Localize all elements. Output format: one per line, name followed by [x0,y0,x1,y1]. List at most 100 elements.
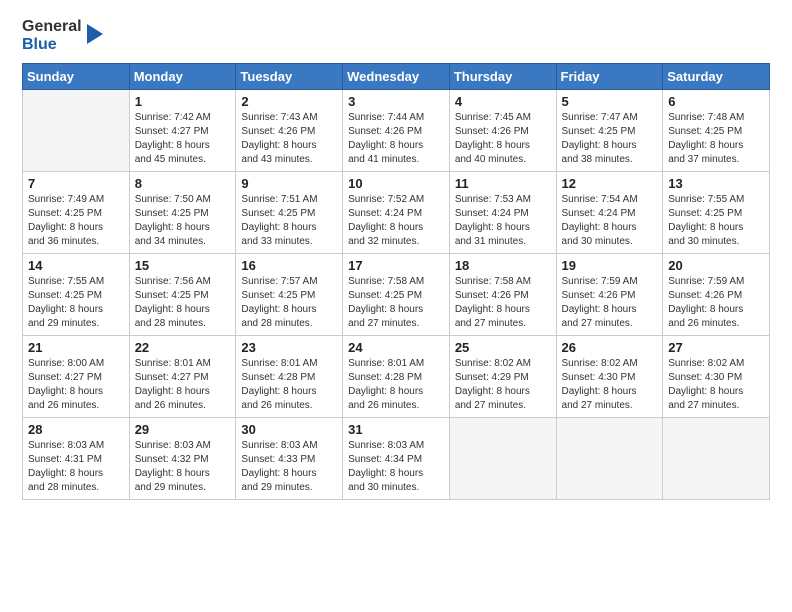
calendar-header-row: SundayMondayTuesdayWednesdayThursdayFrid… [23,64,770,90]
day-number: 9 [241,176,337,191]
calendar-cell: 13Sunrise: 7:55 AM Sunset: 4:25 PM Dayli… [663,172,770,254]
calendar-cell: 21 Sunrise: 8:00 AM Sunset: 4:27 PM Dayli… [23,336,130,418]
day-number: 24 [348,340,444,355]
day-info: Sunrise: 8:03 AM Sunset: 4:34 PM Dayligh… [348,439,444,495]
weekday-header-monday: Monday [129,64,236,90]
day-info: Sunrise: 8:01 AM Sunset: 4:27 PM Dayligh… [135,357,231,413]
day-number: 2 [241,94,337,109]
calendar-cell: 18 Sunrise: 7:58 AM Sunset: 4:26 PM Dayli… [449,254,556,336]
day-info: Sunrise: 7:47 AM Sunset: 4:25 PM Dayligh… [562,111,658,167]
calendar-cell: 24Sunrise: 8:01 AM Sunset: 4:28 PM Dayli… [343,336,450,418]
calendar-cell: 9Sunrise: 7:51 AM Sunset: 4:25 PM Daylig… [236,172,343,254]
calendar-cell: 1Sunrise: 7:42 AM Sunset: 4:27 PM Daylig… [129,90,236,172]
day-info: Sunrise: 8:02 AM Sunset: 4:30 PM Dayligh… [562,357,658,413]
calendar-week-5: 28 Sunrise: 8:03 AM Sunset: 4:31 PM Dayli… [23,418,770,500]
day-number: 27 [668,340,764,355]
calendar-cell: 31 Sunrise: 8:03 AM Sunset: 4:34 PM Dayli… [343,418,450,500]
calendar-cell: 3 Sunrise: 7:44 AM Sunset: 4:26 PM Daylig… [343,90,450,172]
calendar-cell: 27 Sunrise: 8:02 AM Sunset: 4:30 PM Dayli… [663,336,770,418]
calendar-cell: 29Sunrise: 8:03 AM Sunset: 4:32 PM Dayli… [129,418,236,500]
calendar-cell: 10Sunrise: 7:52 AM Sunset: 4:24 PM Dayli… [343,172,450,254]
day-info: Sunrise: 7:49 AM Sunset: 4:25 PM Dayligh… [28,193,124,249]
page: General Blue SundayMondayTuesdayWednesda… [0,0,792,612]
day-number: 29 [135,422,231,437]
day-info: Sunrise: 7:55 AM Sunset: 4:25 PM Dayligh… [28,275,124,331]
day-number: 20 [668,258,764,273]
day-info: Sunrise: 7:50 AM Sunset: 4:25 PM Dayligh… [135,193,231,249]
weekday-header-saturday: Saturday [663,64,770,90]
day-info: Sunrise: 7:58 AM Sunset: 4:26 PM Dayligh… [455,275,551,331]
day-number: 19 [562,258,658,273]
calendar-cell: 7 Sunrise: 7:49 AM Sunset: 4:25 PM Daylig… [23,172,130,254]
day-info: Sunrise: 7:57 AM Sunset: 4:25 PM Dayligh… [241,275,337,331]
day-number: 5 [562,94,658,109]
calendar-cell: 11Sunrise: 7:53 AM Sunset: 4:24 PM Dayli… [449,172,556,254]
day-info: Sunrise: 8:00 AM Sunset: 4:27 PM Dayligh… [28,357,124,413]
calendar-cell: 6Sunrise: 7:48 AM Sunset: 4:25 PM Daylig… [663,90,770,172]
day-number: 15 [135,258,231,273]
calendar-cell: 22 Sunrise: 8:01 AM Sunset: 4:27 PM Dayli… [129,336,236,418]
day-number: 31 [348,422,444,437]
calendar-cell: 23 Sunrise: 8:01 AM Sunset: 4:28 PM Dayli… [236,336,343,418]
day-info: Sunrise: 7:56 AM Sunset: 4:25 PM Dayligh… [135,275,231,331]
calendar-cell: 15 Sunrise: 7:56 AM Sunset: 4:25 PM Dayli… [129,254,236,336]
day-number: 8 [135,176,231,191]
day-info: Sunrise: 7:48 AM Sunset: 4:25 PM Dayligh… [668,111,764,167]
day-number: 22 [135,340,231,355]
logo: General Blue [22,18,105,53]
logo-blue: Blue [22,36,82,54]
day-number: 25 [455,340,551,355]
day-info: Sunrise: 8:03 AM Sunset: 4:31 PM Dayligh… [28,439,124,495]
calendar-cell [663,418,770,500]
day-number: 17 [348,258,444,273]
day-number: 26 [562,340,658,355]
calendar-cell: 30 Sunrise: 8:03 AM Sunset: 4:33 PM Dayli… [236,418,343,500]
calendar-cell: 17 Sunrise: 7:58 AM Sunset: 4:25 PM Dayli… [343,254,450,336]
day-info: Sunrise: 7:58 AM Sunset: 4:25 PM Dayligh… [348,275,444,331]
day-number: 3 [348,94,444,109]
weekday-header-friday: Friday [556,64,663,90]
calendar-cell [556,418,663,500]
weekday-header-thursday: Thursday [449,64,556,90]
calendar-cell [23,90,130,172]
calendar-cell [449,418,556,500]
calendar-cell: 26 Sunrise: 8:02 AM Sunset: 4:30 PM Dayli… [556,336,663,418]
day-info: Sunrise: 8:01 AM Sunset: 4:28 PM Dayligh… [241,357,337,413]
weekday-header-sunday: Sunday [23,64,130,90]
day-number: 4 [455,94,551,109]
day-number: 11 [455,176,551,191]
day-number: 14 [28,258,124,273]
calendar-cell: 25 Sunrise: 8:02 AM Sunset: 4:29 PM Dayli… [449,336,556,418]
day-number: 7 [28,176,124,191]
day-number: 16 [241,258,337,273]
calendar-week-1: 1Sunrise: 7:42 AM Sunset: 4:27 PM Daylig… [23,90,770,172]
calendar-cell: 14 Sunrise: 7:55 AM Sunset: 4:25 PM Dayli… [23,254,130,336]
calendar-cell: 2Sunrise: 7:43 AM Sunset: 4:26 PM Daylig… [236,90,343,172]
day-info: Sunrise: 7:55 AM Sunset: 4:25 PM Dayligh… [668,193,764,249]
day-number: 21 [28,340,124,355]
day-number: 18 [455,258,551,273]
calendar-body: 1Sunrise: 7:42 AM Sunset: 4:27 PM Daylig… [23,90,770,500]
calendar-week-2: 7 Sunrise: 7:49 AM Sunset: 4:25 PM Daylig… [23,172,770,254]
day-info: Sunrise: 8:02 AM Sunset: 4:29 PM Dayligh… [455,357,551,413]
day-info: Sunrise: 8:02 AM Sunset: 4:30 PM Dayligh… [668,357,764,413]
day-info: Sunrise: 8:03 AM Sunset: 4:33 PM Dayligh… [241,439,337,495]
day-number: 23 [241,340,337,355]
day-info: Sunrise: 7:59 AM Sunset: 4:26 PM Dayligh… [562,275,658,331]
calendar-week-4: 21 Sunrise: 8:00 AM Sunset: 4:27 PM Dayli… [23,336,770,418]
calendar-cell: 5 Sunrise: 7:47 AM Sunset: 4:25 PM Daylig… [556,90,663,172]
day-info: Sunrise: 7:45 AM Sunset: 4:26 PM Dayligh… [455,111,551,167]
logo-general: General [22,18,82,36]
day-number: 30 [241,422,337,437]
day-info: Sunrise: 7:42 AM Sunset: 4:27 PM Dayligh… [135,111,231,167]
day-info: Sunrise: 7:44 AM Sunset: 4:26 PM Dayligh… [348,111,444,167]
day-info: Sunrise: 7:59 AM Sunset: 4:26 PM Dayligh… [668,275,764,331]
logo-chevron-icon [85,20,105,53]
calendar-cell: 19 Sunrise: 7:59 AM Sunset: 4:26 PM Dayli… [556,254,663,336]
weekday-header-tuesday: Tuesday [236,64,343,90]
calendar-table: SundayMondayTuesdayWednesdayThursdayFrid… [22,63,770,500]
day-number: 28 [28,422,124,437]
weekday-header-wednesday: Wednesday [343,64,450,90]
calendar-cell: 8 Sunrise: 7:50 AM Sunset: 4:25 PM Daylig… [129,172,236,254]
calendar-cell: 4 Sunrise: 7:45 AM Sunset: 4:26 PM Daylig… [449,90,556,172]
